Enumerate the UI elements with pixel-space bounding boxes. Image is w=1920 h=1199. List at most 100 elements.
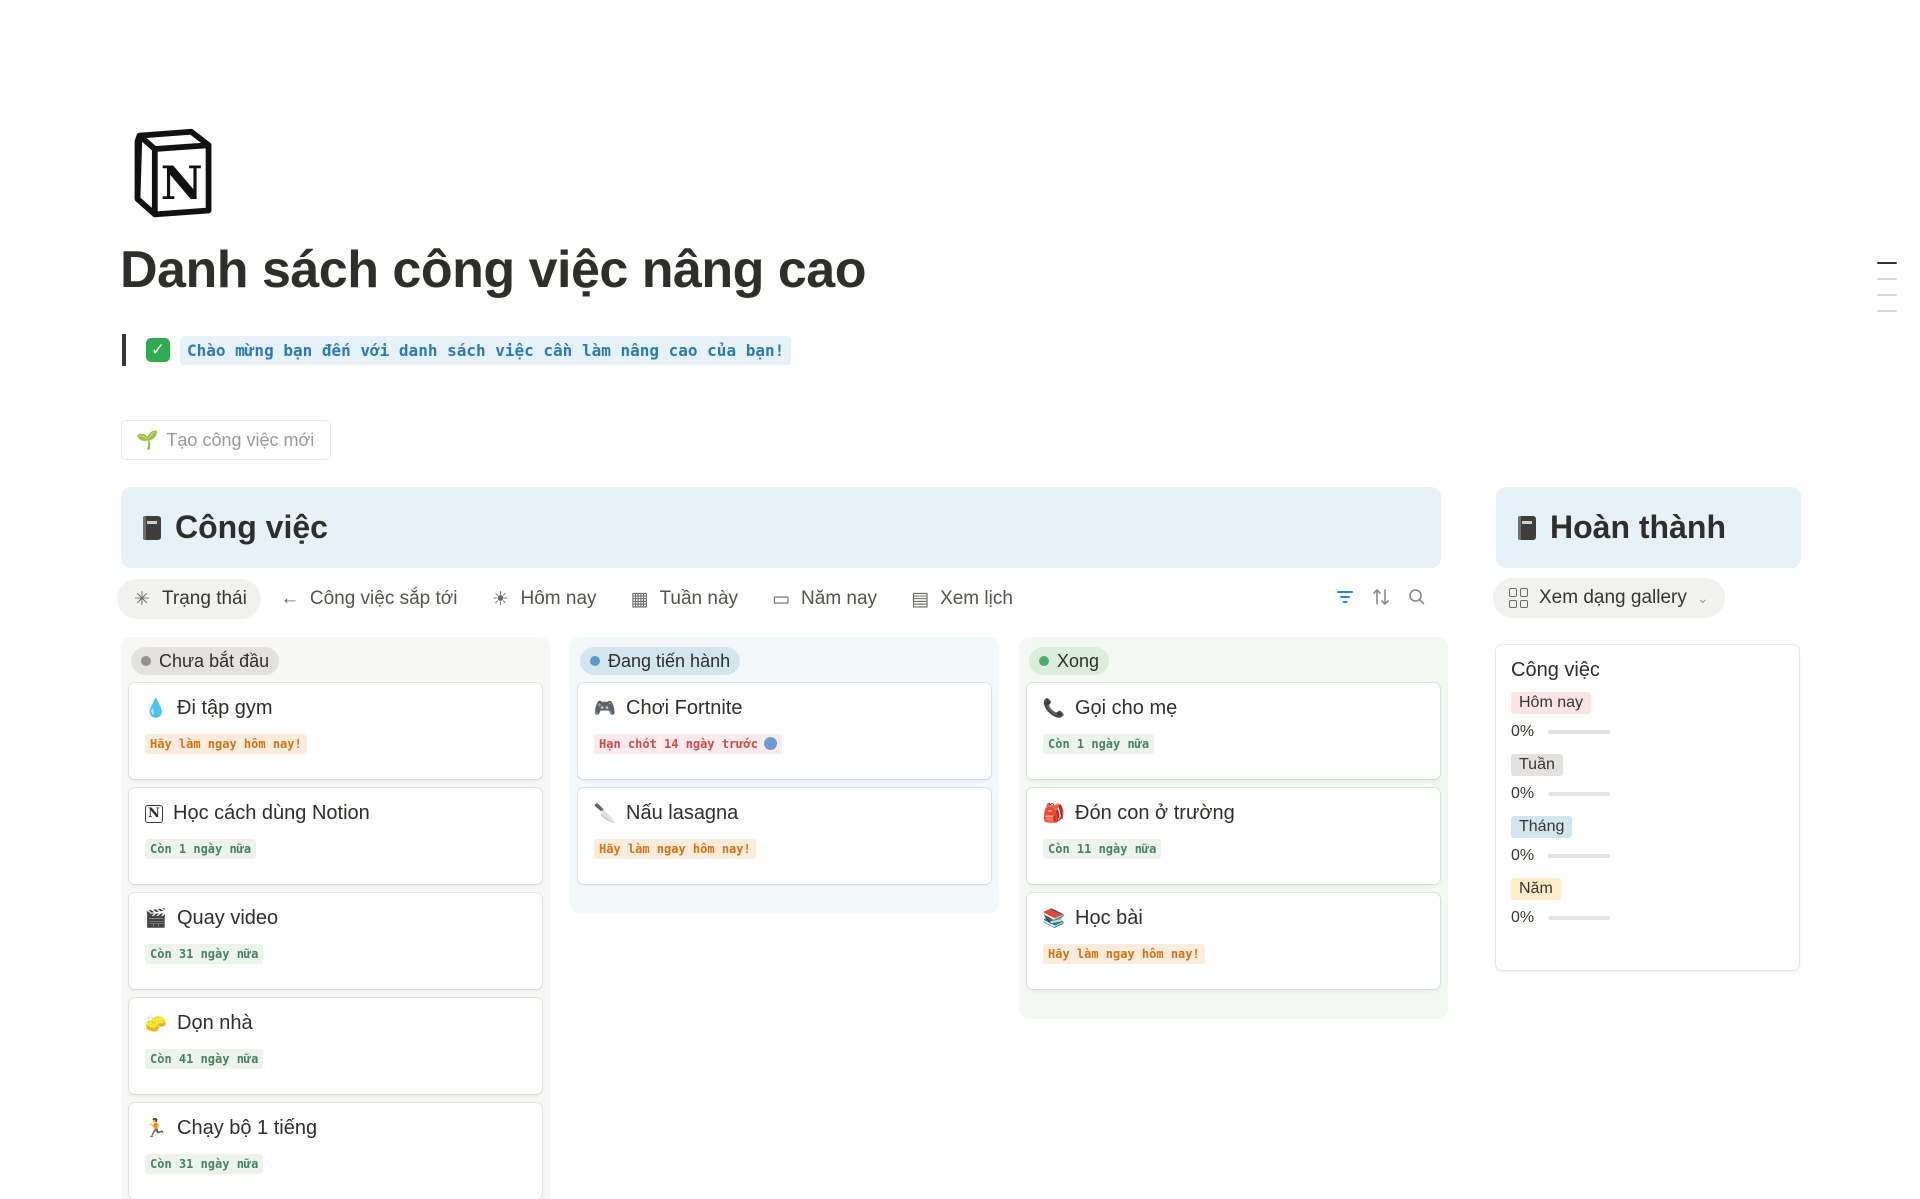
task-title: Nấu lasagna [626, 802, 739, 824]
period-tag: Tuần [1511, 754, 1563, 776]
sort-icon[interactable] [1370, 586, 1392, 608]
period-tag: Tháng [1511, 816, 1573, 838]
tab-today[interactable]: ☀ Hôm nay [475, 579, 610, 619]
tab-calendar[interactable]: ▤ Xem lịch [895, 579, 1027, 619]
deadline-badge: Còn 1 ngày nữa [1043, 734, 1155, 754]
column-status-tag[interactable]: Xong [1029, 647, 1110, 675]
period-tag: Năm [1511, 878, 1561, 900]
gallery-card-title: Công việc [1511, 659, 1600, 681]
tab-label: Tuần này [659, 588, 739, 609]
notion-logo-icon: N [134, 128, 212, 218]
toc-item[interactable] [1877, 262, 1897, 264]
deadline-text: Hãy làm ngay hôm nay! [150, 737, 302, 751]
status-dot [141, 656, 151, 666]
task-card-title-row: 📞 Gọi cho mẹ [1043, 697, 1424, 720]
sun-icon: ☀ [491, 588, 509, 610]
toc-item[interactable] [1877, 278, 1897, 280]
deadline-badge: Còn 41 ngày nữa [145, 1049, 264, 1069]
table-of-contents[interactable] [1877, 262, 1897, 326]
column-status-tag[interactable]: Đang tiến hành [580, 647, 741, 675]
tab-this-year[interactable]: ▭ Năm nay [756, 579, 891, 619]
task-title: Gọi cho mẹ [1075, 697, 1178, 719]
progress-row: 0% [1511, 906, 1784, 930]
task-title: Dọn nhà [177, 1012, 253, 1034]
deadline-badge: Còn 11 ngày nữa [1043, 839, 1162, 859]
task-card[interactable]: 🎮 Chơi Fortnite Hạn chót 14 ngày trước [578, 683, 991, 779]
search-icon[interactable] [1406, 586, 1428, 608]
progress-row: 0% [1511, 720, 1784, 744]
task-card[interactable]: 📞 Gọi cho mẹ Còn 1 ngày nữa [1027, 683, 1440, 779]
column-label: Đang tiến hành [608, 650, 731, 671]
progress-percent: 0% [1511, 723, 1535, 740]
column-label: Xong [1057, 650, 1100, 671]
status-dot [1039, 656, 1049, 666]
column-label: Chưa bắt đầu [159, 650, 270, 671]
deadline-badge: Hạn chót 14 ngày trước [594, 734, 782, 754]
tab-label: Trạng thái [162, 588, 247, 609]
task-title: Chạy bộ 1 tiếng [177, 1117, 318, 1139]
task-card[interactable]: 🔪 Nấu lasagna Hãy làm ngay hôm nay! [578, 788, 991, 884]
progress-row: 0% [1511, 782, 1784, 806]
task-card[interactable]: 🧽 Dọn nhà Còn 41 ngày nữa [129, 998, 542, 1094]
task-card-title-row: N Học cách dùng Notion [145, 802, 526, 825]
task-icon: 📚 [1042, 908, 1066, 929]
task-card[interactable]: 🎬 Quay video Còn 31 ngày nữa [129, 893, 542, 989]
column-status-tag[interactable]: Chưa bắt đầu [131, 647, 280, 675]
toc-item[interactable] [1877, 294, 1897, 296]
task-card-title-row: 🎒 Đón con ở trường [1043, 802, 1424, 825]
tab-label: Hôm nay [520, 588, 597, 609]
tab-status[interactable]: ✳ Trạng thái [117, 579, 261, 619]
tab-this-week[interactable]: ▦ Tuần này [615, 579, 753, 619]
task-card[interactable]: 🎒 Đón con ở trường Còn 11 ngày nữa [1027, 788, 1440, 884]
deadline-text: Còn 1 ngày nữa [1048, 737, 1150, 751]
task-card[interactable]: 📚 Học bài Hãy làm ngay hôm nay! [1027, 893, 1440, 989]
task-card[interactable]: 💧 Đi tập gym Hãy làm ngay hôm nay! [129, 683, 542, 779]
board-column-in-progress: Đang tiến hành 🎮 Chơi Fortnite Hạn chót 14 … [570, 637, 999, 913]
sparkle-icon: ✳ [134, 588, 150, 610]
progress-percent: 0% [1511, 847, 1535, 864]
task-card-title-row: 🏃 Chạy bộ 1 tiếng [145, 1117, 526, 1140]
deadline-text: Hãy làm ngay hôm nay! [599, 842, 751, 856]
svg-text:N: N [161, 156, 203, 210]
chevron-down-icon: ⌄ [1696, 589, 1709, 606]
board-column-done: Xong 📞 Gọi cho mẹ Còn 1 ngày nữa 🎒 Đón con ở … [1019, 637, 1448, 1019]
progress-bar [1548, 916, 1611, 920]
progress-percent: 0% [1511, 785, 1535, 802]
filter-icon[interactable] [1334, 586, 1356, 608]
task-icon: 🧽 [144, 1013, 168, 1034]
checkmark-icon: ✓ [146, 338, 170, 362]
tasks-db-header: Công việc [121, 487, 1441, 568]
task-title: Đón con ở trường [1075, 802, 1235, 824]
view-tabs: ✳ Trạng thái ← Công việc sắp tới ☀ Hôm n… [117, 578, 1027, 620]
deadline-text: Hãy làm ngay hôm nay! [1048, 947, 1200, 961]
sad-face-icon [763, 737, 777, 750]
task-card-title-row: 🧽 Dọn nhà [145, 1012, 526, 1035]
gallery-card[interactable]: Công việc Hôm nay 0% Tuần 0% Tháng 0% Năm 0% [1496, 645, 1799, 970]
done-db-title[interactable]: Hoàn thành [1550, 509, 1726, 546]
calendar-dots-icon: ▤ [911, 588, 930, 610]
progress-bar [1548, 730, 1611, 734]
deadline-badge: Hãy làm ngay hôm nay! [1043, 944, 1205, 964]
done-db-header: Hoàn thành [1496, 487, 1801, 568]
tab-label: Năm nay [801, 588, 878, 609]
calendar-grid-icon: ▦ [630, 588, 649, 610]
tab-label: Xem dạng gallery [1539, 587, 1687, 608]
tab-gallery-view[interactable]: Xem dạng gallery ⌄ [1493, 578, 1725, 618]
deadline-text: Còn 31 ngày nữa [150, 947, 259, 961]
new-task-label: Tạo công việc mới [166, 429, 315, 450]
toc-item[interactable] [1877, 310, 1897, 312]
task-card[interactable]: 🏃 Chạy bộ 1 tiếng Còn 31 ngày nữa [129, 1103, 542, 1199]
task-card-title-row: 📚 Học bài [1043, 907, 1424, 930]
tab-upcoming[interactable]: ← Công việc sắp tới [265, 579, 472, 619]
task-title: Học bài [1075, 907, 1143, 929]
new-task-button[interactable]: 🌱 Tạo công việc mới [121, 420, 332, 460]
tab-label: Công việc sắp tới [309, 588, 458, 609]
notebook-icon [1518, 515, 1536, 540]
tasks-db-title[interactable]: Công việc [175, 509, 328, 546]
deadline-text: Hạn chót 14 ngày trước [599, 737, 758, 751]
progress-list: Hôm nay 0% Tuần 0% Tháng 0% Năm 0% [1511, 692, 1784, 930]
progress-row: 0% [1511, 844, 1784, 868]
task-card[interactable]: N Học cách dùng Notion Còn 1 ngày nữa [129, 788, 542, 884]
task-icon: 🎒 [1042, 803, 1066, 824]
task-icon: 🏃 [144, 1118, 168, 1139]
